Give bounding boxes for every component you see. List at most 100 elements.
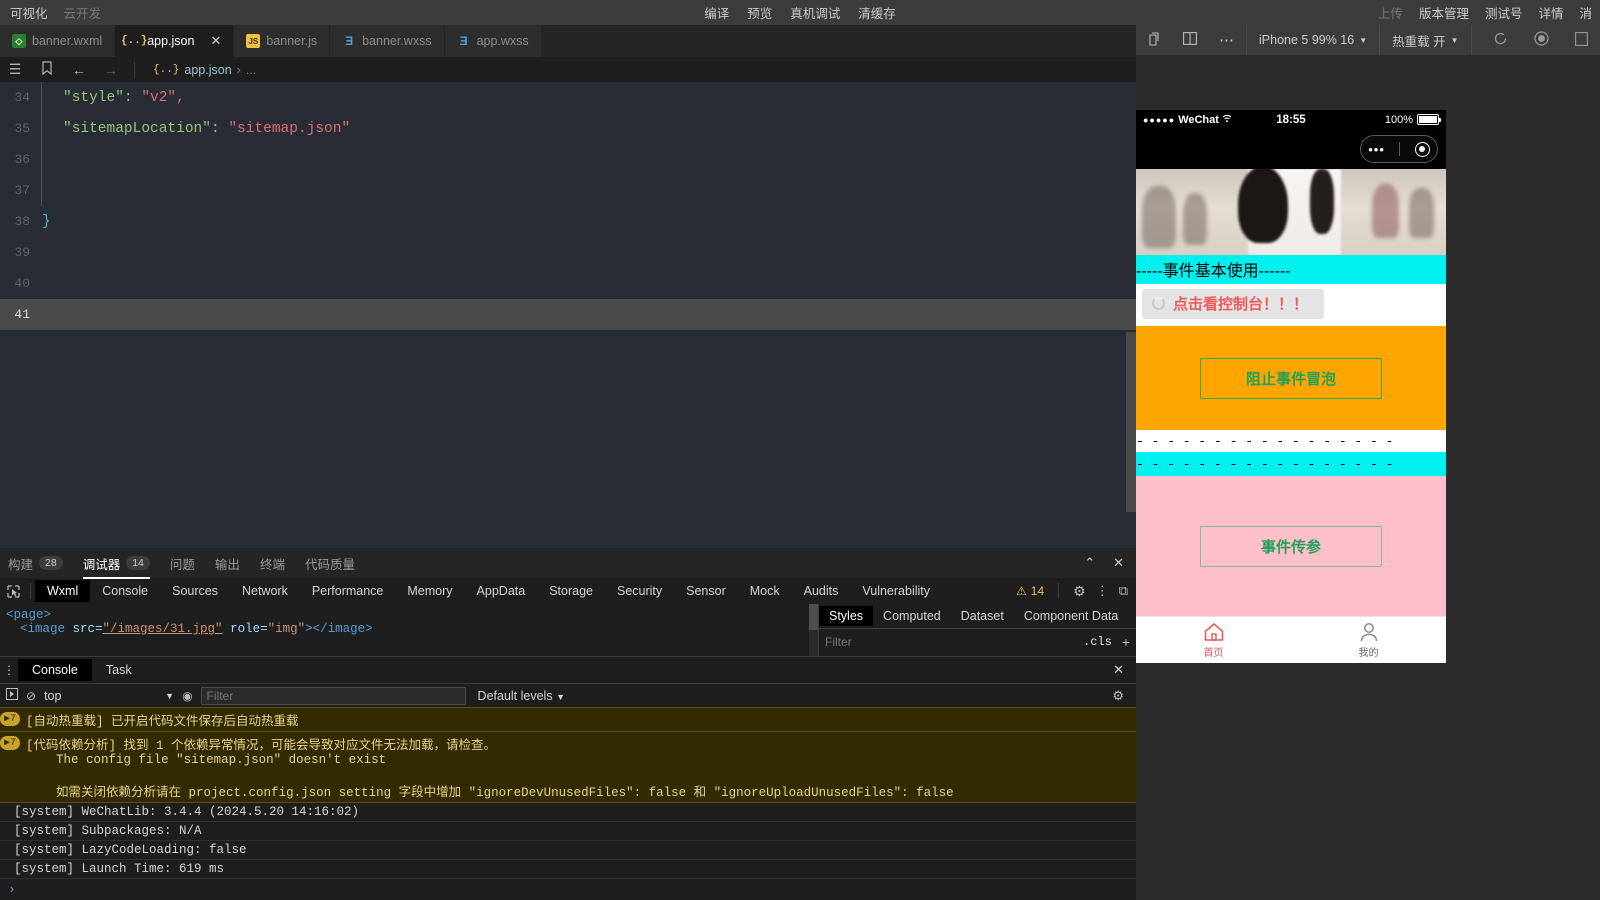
file-tab-banner-wxss[interactable]: Ǝ banner.wxss [330,25,445,57]
event-param-button[interactable]: 事件传参 [1200,525,1382,567]
add-style-rule-icon[interactable]: + [1122,634,1130,650]
console-log-row[interactable]: ▶7 [代码依赖分析] 找到 1 个依赖异常情况，可能会导致对应文件无法加载，请… [0,731,1136,803]
breadcrumb-path[interactable]: {..} app.json › ... [153,63,256,77]
banner-image[interactable] [1136,169,1446,255]
menu-test-account[interactable]: 测试号 [1485,3,1523,22]
wechat-capsule-button[interactable]: ••• [1360,135,1438,163]
more-dots-icon[interactable]: ••• [1368,142,1385,157]
tab-appdata[interactable]: AppData [465,580,538,602]
device-selector[interactable]: iPhone 5 99% 16 ▼ [1247,25,1381,55]
phone-simulator[interactable]: ●●●●● WeChat 18:55 100% ••• -----事件基本使用-… [1136,110,1446,663]
tab-console[interactable]: Console [90,580,160,602]
log-group-badge[interactable]: ▶7 [0,712,21,726]
console-input-prompt[interactable]: › [0,879,1136,900]
tab-sensor[interactable]: Sensor [674,580,738,602]
tab-component-data[interactable]: Component Data [1014,606,1129,626]
tab-vulnerability[interactable]: Vulnerability [850,580,942,602]
tab-console[interactable]: Console [18,659,92,681]
breadcrumb-file[interactable]: app.json [184,63,231,77]
cls-toggle[interactable]: .cls [1083,635,1112,649]
inspect-element-icon[interactable] [0,584,26,598]
tab-dataset[interactable]: Dataset [951,606,1014,626]
console-context-select[interactable]: top ▼ [44,689,174,703]
more-options-icon[interactable]: ⋯ [1219,31,1234,49]
tab-wxml[interactable]: Wxml [35,580,91,602]
close-tab-icon[interactable]: ✕ [210,33,221,49]
menu-visual[interactable]: 可视化 [10,3,48,22]
gear-icon[interactable]: ⚙ [1073,583,1086,600]
tab-mine[interactable]: 我的 [1291,617,1446,663]
target-icon[interactable] [1414,141,1430,157]
warning-badge[interactable]: ⚠ 14 [1016,584,1044,598]
stop-bubble-section[interactable]: 阻止事件冒泡 [1136,326,1446,430]
stop-bubble-button[interactable]: 阻止事件冒泡 [1200,357,1382,399]
panel-tab-problems[interactable]: 问题 [170,554,195,573]
menu-version-management[interactable]: 版本管理 [1419,3,1469,22]
tab-performance[interactable]: Performance [300,580,396,602]
tab-network[interactable]: Network [230,580,300,602]
live-expression-icon[interactable]: ◉ [182,689,192,703]
tab-audits[interactable]: Audits [792,580,851,602]
wxml-attr-value[interactable]: "/images/31.jpg" [103,622,223,636]
styles-filter-input[interactable]: Filter [825,635,852,649]
kebab-menu-icon[interactable]: ⋮ [0,663,18,677]
tab-computed[interactable]: Computed [873,606,951,626]
back-arrow-icon[interactable]: ← [70,62,88,78]
panel-tab-output[interactable]: 输出 [215,554,240,573]
tab-memory[interactable]: Memory [395,580,464,602]
menu-details[interactable]: 详情 [1538,3,1563,22]
simulator-scrollbar[interactable] [1590,55,1600,900]
file-tab-app-wxss[interactable]: Ǝ app.wxss [444,25,542,57]
file-tab-banner-wxml[interactable]: ◇ banner.wxml [0,25,116,57]
editor-scrollbar[interactable] [1126,332,1136,512]
menu-compile[interactable]: 编译 [704,3,729,22]
wxml-line[interactable]: <page> [6,608,809,622]
panel-tab-debugger[interactable]: 调试器 14 [82,554,151,579]
panel-tab-build[interactable]: 构建 28 [8,554,63,573]
clear-console-icon[interactable]: ⊘ [26,689,36,703]
execute-icon[interactable] [6,688,18,703]
menu-real-device-debug[interactable]: 真机调试 [790,3,840,22]
dock-icon[interactable] [1575,31,1588,49]
close-icon[interactable]: ✕ [1113,662,1136,678]
file-tab-app-json[interactable]: {..} app.json ✕ [115,25,235,57]
console-levels-select[interactable]: Default levels ▼ [478,689,565,703]
forward-arrow-icon[interactable]: → [102,62,120,78]
log-group-badge[interactable]: ▶7 [0,736,21,750]
menu-message[interactable]: 消 [1579,3,1592,22]
wxml-line[interactable]: <image src="/images/31.jpg" role="img"><… [6,622,809,636]
wxml-tree[interactable]: <page> <image src="/images/31.jpg" role=… [0,604,809,656]
hot-reload-selector[interactable]: 热重载 开 ▼ [1380,25,1472,55]
bookmark-icon[interactable] [38,61,56,78]
tab-styles[interactable]: Styles [819,606,874,626]
breadcrumb-more[interactable]: ... [246,63,256,77]
record-icon[interactable] [1534,31,1549,49]
tab-storage[interactable]: Storage [537,580,605,602]
event-param-section[interactable]: 事件传参 [1136,476,1446,616]
tab-mock[interactable]: Mock [738,580,792,602]
panel-tab-terminal[interactable]: 终端 [260,554,285,573]
tab-security[interactable]: Security [605,580,674,602]
wxml-scrollbar[interactable] [809,604,818,656]
tab-sources[interactable]: Sources [160,580,230,602]
copy-icon[interactable] [1148,31,1161,49]
tab-home[interactable]: 首页 [1136,617,1291,663]
gear-icon[interactable]: ⚙ [1112,688,1130,704]
console-log-row[interactable]: ▶7 [自动热重载] 已开启代码文件保存后自动热重载 [0,707,1136,731]
menu-upload[interactable]: 上传 [1378,3,1403,22]
menu-clear-cache[interactable]: 清缓存 [858,3,896,22]
code-editor[interactable]: 34 "style": "v2", 35 "sitemapLocation": … [0,82,1136,548]
console-filter-input[interactable]: Filter [200,686,466,705]
file-tab-banner-js[interactable]: JS banner.js [234,25,331,57]
menu-preview[interactable]: 预览 [747,3,772,22]
split-view-icon[interactable] [1183,32,1197,48]
collapse-icon[interactable]: ⌃ [1084,555,1095,571]
dock-icon[interactable]: ⧉ [1119,583,1128,599]
click-console-button[interactable]: 点击看控制台！！！ [1142,289,1325,319]
panel-tab-code-quality[interactable]: 代码质量 [305,554,355,573]
close-icon[interactable]: ✕ [1113,555,1124,571]
refresh-icon[interactable] [1493,31,1508,49]
tab-task[interactable]: Task [92,659,146,681]
menu-cloud-dev[interactable]: 云开发 [64,3,102,22]
menu-icon[interactable]: ☰ [6,61,24,78]
